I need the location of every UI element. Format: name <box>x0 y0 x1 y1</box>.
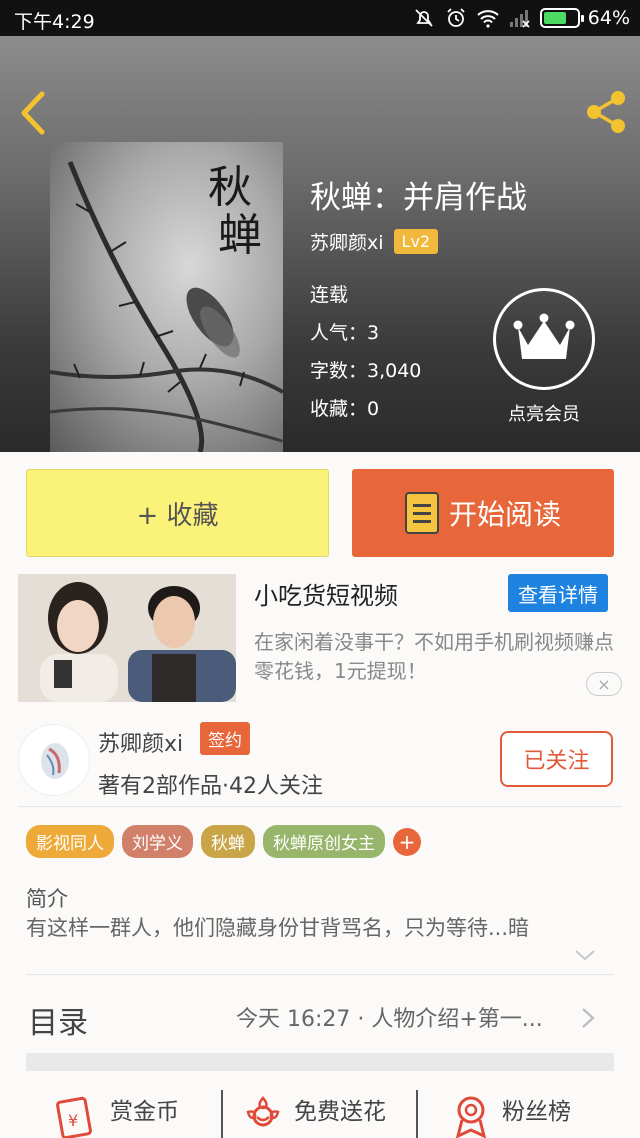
book-popularity: 人气：3 <box>310 322 380 344</box>
battery-percent: 64% <box>587 7 630 29</box>
cover-art: 秋 蝉 <box>50 161 283 452</box>
divider <box>26 974 614 975</box>
ad-description: 在家闲着没事干？不如用手机刷视频赚点零花钱，1元提现！ <box>254 630 614 683</box>
vip-button[interactable]: 点亮会员 <box>492 288 596 426</box>
fans-rank-label: 粉丝榜 <box>502 1099 571 1125</box>
tag-item[interactable]: 影视同人 <box>26 825 114 858</box>
catalog-latest-chapter[interactable]: 今天 16:27 · 人物介绍+第一... <box>236 1001 576 1033</box>
mute-bell-icon <box>415 9 433 27</box>
back-icon[interactable] <box>14 90 54 136</box>
battery-icon <box>539 8 584 28</box>
reward-label: 赏金币 <box>110 1099 179 1125</box>
start-reading-button[interactable]: 开始阅读 <box>352 469 614 557</box>
fans-rank-icon <box>455 1096 487 1138</box>
tag-item[interactable]: 秋蝉原创女主 <box>263 825 385 858</box>
ad-details-button[interactable]: 查看详情 <box>508 574 608 612</box>
svg-text:¥: ¥ <box>68 1111 78 1130</box>
reward-icon: ¥ <box>56 1096 92 1138</box>
section-spacer <box>26 1053 614 1071</box>
author-name[interactable]: 苏卿颜xi <box>98 726 183 758</box>
divider <box>416 1090 418 1138</box>
intro-text[interactable]: 有这样一群人，他们隐藏身份甘背骂名，只为等待...暗 <box>26 912 618 942</box>
vip-label: 点亮会员 <box>508 404 580 425</box>
bottom-action-bar: ¥ 赏金币 免费送花 粉丝榜 <box>0 1082 640 1138</box>
ad-image[interactable] <box>18 574 236 702</box>
crown-icon <box>493 288 595 390</box>
book-author[interactable]: 苏卿颜xi <box>310 228 384 255</box>
follow-button[interactable]: 已关注 <box>500 731 613 787</box>
flower-icon <box>246 1096 280 1127</box>
book-cover[interactable]: 秋 蝉 <box>50 142 283 452</box>
tag-item[interactable]: 刘学义 <box>122 825 193 858</box>
book-favorites: 收藏：0 <box>310 398 380 420</box>
tag-item[interactable]: 秋蝉 <box>201 825 255 858</box>
status-bar: 下午4:29 64% <box>0 0 640 36</box>
book-status: 连载 <box>310 284 349 306</box>
expand-chevron-icon[interactable] <box>573 946 597 964</box>
catalog-label[interactable]: 目录 <box>28 998 88 1042</box>
divider <box>18 806 622 807</box>
intro-title: 简介 <box>26 887 68 911</box>
ad-title[interactable]: 小吃货短视频 <box>254 576 398 611</box>
divider <box>221 1090 223 1138</box>
cover-title-char-2: 蝉 <box>218 210 262 261</box>
status-time: 下午4:29 <box>14 11 95 33</box>
book-word-count: 字数：3,040 <box>310 360 422 382</box>
start-reading-label: 开始阅读 <box>448 498 561 531</box>
author-stats: 著有2部作品·42人关注 <box>98 774 323 799</box>
signed-badge: 签约 <box>200 722 250 755</box>
author-avatar[interactable] <box>18 724 90 796</box>
cover-title-char-1: 秋 <box>208 162 252 213</box>
book-author-row: 苏卿颜xi Lv2 <box>310 228 439 255</box>
tag-list: 影视同人 刘学义 秋蝉 秋蝉原创女主 + <box>26 825 421 858</box>
share-icon[interactable] <box>582 88 630 136</box>
book-header: 秋 蝉 秋蝉：并肩作战 苏卿颜xi Lv2 连载 人气：3 字数：3,040 收… <box>0 36 640 452</box>
reward-coins-button[interactable]: ¥ 赏金币 <box>56 1092 179 1138</box>
book-title: 秋蝉：并肩作战 <box>310 180 527 216</box>
signal-icon <box>509 10 530 28</box>
wifi-icon <box>477 10 499 28</box>
send-flower-button[interactable]: 免费送花 <box>240 1092 386 1138</box>
alarm-icon <box>447 8 465 27</box>
book-icon <box>404 492 439 534</box>
status-icons: 64% <box>412 6 630 30</box>
fans-rank-button[interactable]: 粉丝榜 <box>448 1092 571 1138</box>
send-flower-label: 免费送花 <box>294 1099 386 1125</box>
chevron-right-icon[interactable] <box>580 1006 596 1030</box>
add-tag-icon[interactable]: + <box>393 827 421 856</box>
collect-button[interactable]: + 收藏 <box>26 469 329 557</box>
level-badge: Lv2 <box>393 229 439 254</box>
ad-close-button[interactable]: × <box>586 672 622 696</box>
